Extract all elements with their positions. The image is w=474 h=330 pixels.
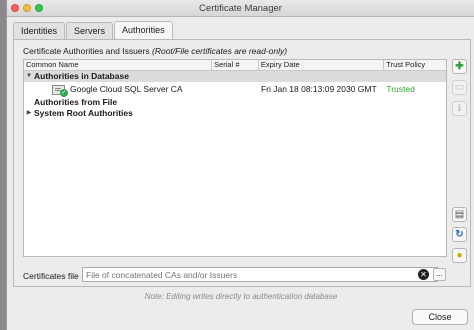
group-row-file[interactable]: Authorities from File <box>24 97 446 108</box>
cert-common-name: Google Cloud SQL Server CA <box>70 84 183 94</box>
add-certificate-button[interactable]: ✚ <box>452 59 467 74</box>
tab-authorities[interactable]: Authorities <box>114 21 173 39</box>
certificate-info-button[interactable]: ℹ <box>452 101 467 116</box>
tab-identities[interactable]: Identities <box>13 22 66 39</box>
browse-file-button[interactable]: ... <box>433 268 446 281</box>
cert-trust-policy: Trusted <box>386 84 415 94</box>
collapsed-arrow-icon[interactable]: ▶ <box>24 108 34 119</box>
table-header: Common Name Serial # Expiry Date Trust P… <box>24 60 446 71</box>
tab-bar: Identities Servers Authorities <box>13 21 174 39</box>
table-row[interactable]: ✓ Google Cloud SQL Server CA Fri Jan 18 … <box>24 82 446 97</box>
clear-icon[interactable]: ✕ <box>418 269 429 280</box>
close-button[interactable]: Close <box>412 309 468 325</box>
refresh-icon: ↻ <box>455 229 464 240</box>
remove-certificate-button[interactable]: ▭ <box>452 80 467 95</box>
import-button[interactable]: ● <box>452 248 467 263</box>
certificates-file-input[interactable] <box>82 267 438 282</box>
group-label: Authorities from File <box>34 97 118 107</box>
section-title-text: Certificate Authorities and Issuers <box>23 46 150 56</box>
column-trust-policy[interactable]: Trust Policy <box>384 60 446 70</box>
info-icon: ℹ <box>457 103 462 113</box>
section-title: Certificate Authorities and Issuers (Roo… <box>23 46 287 56</box>
trust-policy-icon: ▤ <box>454 209 465 220</box>
expanded-arrow-icon[interactable]: ▼ <box>24 71 34 82</box>
column-serial[interactable]: Serial # <box>212 60 259 70</box>
trusted-certificate-icon: ✓ <box>52 84 68 97</box>
trust-policy-button[interactable]: ▤ <box>452 207 467 222</box>
remove-icon: ▭ <box>454 82 465 93</box>
authorities-panel: Certificate Authorities and Issuers (Roo… <box>13 39 471 287</box>
cert-serial <box>212 82 259 97</box>
cert-expiry: Fri Jan 18 08:13:09 2030 GMT <box>260 84 377 94</box>
group-label: System Root Authorities <box>34 108 133 118</box>
section-subtitle: (Root/File certificates are read-only) <box>152 46 288 56</box>
group-row-database[interactable]: ▼ Authorities in Database <box>24 71 446 82</box>
add-certificate-icon: ✚ <box>455 61 464 72</box>
certificates-file-label: Certificates file <box>23 271 79 281</box>
column-common-name[interactable]: Common Name <box>24 60 213 70</box>
tab-servers[interactable]: Servers <box>66 22 114 39</box>
column-expiry-date[interactable]: Expiry Date <box>259 60 385 70</box>
title-bar: Certificate Manager <box>7 0 474 17</box>
database-note: Note: Editing writes directly to authent… <box>144 292 338 301</box>
refresh-button[interactable]: ↻ <box>452 227 467 242</box>
group-label: Authorities in Database <box>34 71 129 81</box>
group-row-system-root[interactable]: ▶ System Root Authorities <box>24 108 446 119</box>
certificate-manager-window: Certificate Manager Identities Servers A… <box>6 0 474 330</box>
authorities-tree[interactable]: Common Name Serial # Expiry Date Trust P… <box>23 59 447 257</box>
cert-common-name-cell: ✓ Google Cloud SQL Server CA <box>24 82 212 97</box>
import-icon: ● <box>456 250 463 261</box>
window-title: Certificate Manager <box>199 3 282 14</box>
